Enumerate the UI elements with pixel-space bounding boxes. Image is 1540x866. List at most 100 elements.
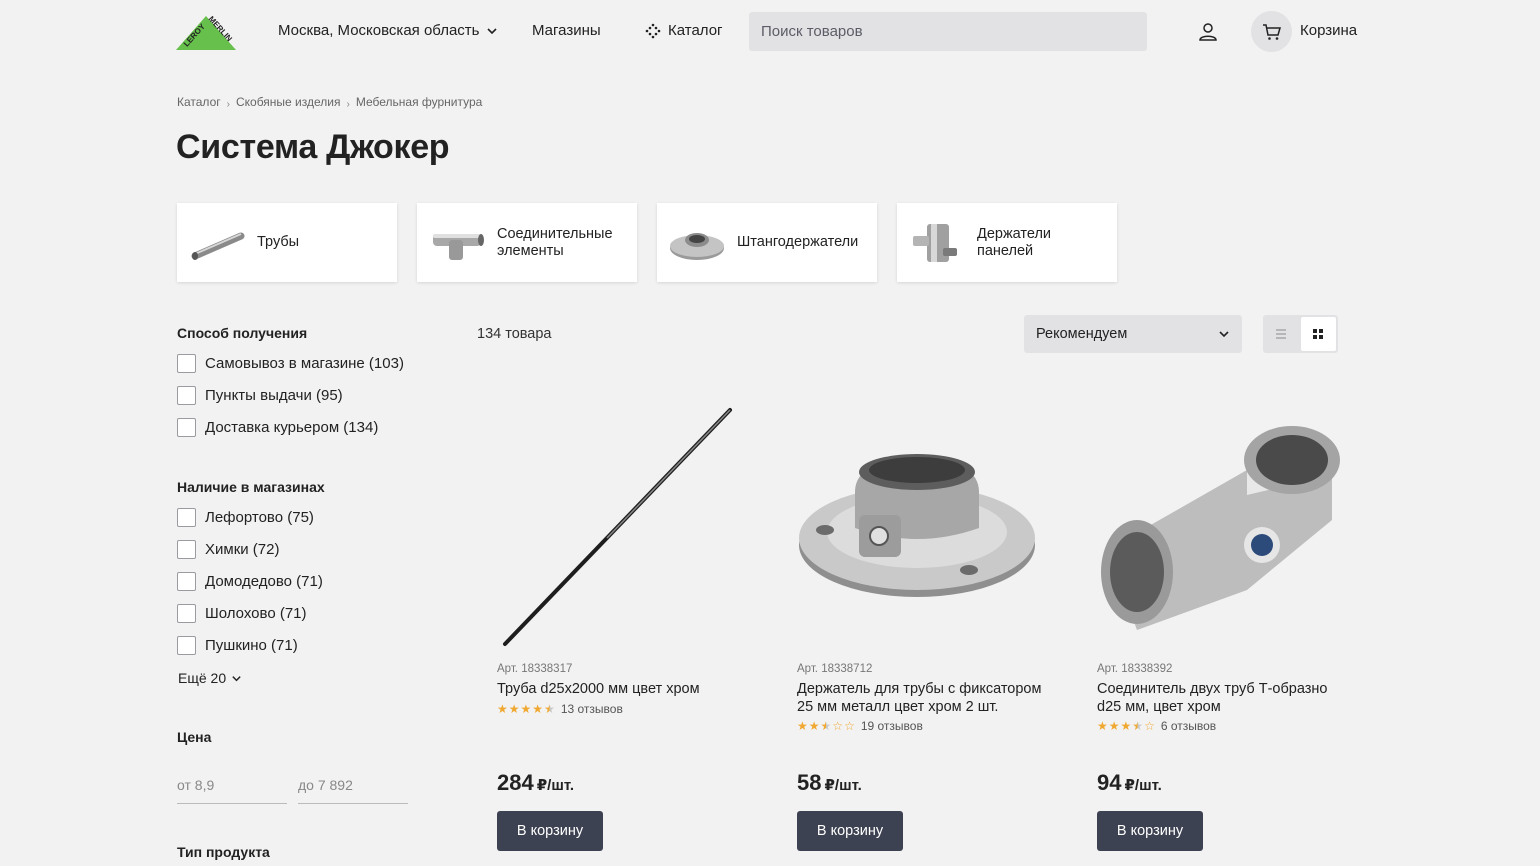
price-from-input[interactable] bbox=[177, 766, 287, 804]
filter-checkbox[interactable]: Шолохово (71) bbox=[177, 604, 307, 623]
add-to-cart-button[interactable]: В корзину bbox=[797, 811, 903, 851]
product-article: Арт. 18338317 bbox=[497, 663, 573, 675]
filter-checkbox[interactable]: Химки (72) bbox=[177, 540, 279, 559]
star-icon: ★ bbox=[1120, 719, 1132, 733]
filter-title-product-type: Тип продукта bbox=[177, 844, 270, 860]
review-count[interactable]: 13 отзывов bbox=[561, 702, 623, 716]
category-label: Штангодержатели bbox=[737, 234, 859, 250]
region-label: Москва, Московская область bbox=[278, 22, 480, 39]
checkbox[interactable] bbox=[177, 354, 196, 373]
filter-title-delivery: Способ получения bbox=[177, 325, 308, 341]
catalog-label: Каталог bbox=[668, 22, 723, 39]
star-icon: ★ bbox=[808, 719, 820, 733]
checkbox[interactable] bbox=[177, 572, 196, 591]
checkbox-label: Пушкино (71) bbox=[205, 637, 298, 654]
product-image[interactable] bbox=[1097, 400, 1347, 650]
search-input[interactable] bbox=[749, 12, 1147, 51]
product-rating: ★ ★ ★ ☆ ☆ 19 отзывов bbox=[797, 719, 1047, 733]
product-image[interactable] bbox=[497, 400, 747, 650]
view-toggle bbox=[1263, 315, 1338, 353]
filter-checkbox[interactable]: Доставка курьером (134) bbox=[177, 418, 378, 437]
star-icon: ★ bbox=[1132, 719, 1144, 733]
list-view-button[interactable] bbox=[1263, 315, 1299, 353]
price-unit: ₽/шт. bbox=[824, 777, 862, 794]
cart-button[interactable] bbox=[1251, 11, 1292, 52]
show-more-stores-button[interactable]: Ещё 20 bbox=[178, 670, 242, 686]
cart-label[interactable]: Корзина bbox=[1300, 22, 1357, 39]
filter-checkbox[interactable]: Домодедово (71) bbox=[177, 572, 323, 591]
grid-icon bbox=[1313, 329, 1324, 339]
catalog-button[interactable]: Каталог bbox=[645, 22, 723, 39]
checkbox[interactable] bbox=[177, 636, 196, 655]
leroy-merlin-logo[interactable]: LEROY MERLIN bbox=[176, 12, 236, 52]
category-tile-panel-holders[interactable]: Держатели панелей bbox=[897, 203, 1117, 282]
catalog-grid-icon bbox=[645, 23, 661, 38]
chevron-down-icon bbox=[486, 27, 497, 34]
grid-view-button[interactable] bbox=[1300, 317, 1336, 351]
product-price: 58 ₽/шт. bbox=[797, 770, 862, 796]
category-tile-pipes[interactable]: Трубы bbox=[177, 203, 397, 282]
breadcrumb-item[interactable]: Скобяные изделия bbox=[236, 95, 341, 109]
filter-checkbox[interactable]: Лефортово (75) bbox=[177, 508, 314, 527]
star-rating: ★ ★ ★ ★ ☆ bbox=[1097, 720, 1155, 732]
category-tile-connectors[interactable]: Соединительные элементы bbox=[417, 203, 637, 282]
checkbox-label: Пункты выдачи (95) bbox=[205, 387, 343, 404]
show-more-label: Ещё 20 bbox=[178, 670, 227, 686]
checkbox[interactable] bbox=[177, 386, 196, 405]
filter-title-price: Цена bbox=[177, 729, 212, 745]
checkbox[interactable] bbox=[177, 540, 196, 559]
product-name[interactable]: Соединитель двух труб Т-образно d25 мм, … bbox=[1097, 681, 1347, 716]
star-icon: ☆ bbox=[1144, 719, 1155, 733]
checkbox[interactable] bbox=[177, 508, 196, 527]
panel-holder-icon bbox=[913, 223, 957, 262]
breadcrumb-item[interactable]: Каталог bbox=[177, 95, 221, 109]
page-title: Система Джокер bbox=[176, 128, 450, 166]
breadcrumb-separator-icon: › bbox=[226, 99, 230, 110]
product-name[interactable]: Держатель для трубы с фиксатором 25 мм м… bbox=[797, 681, 1047, 716]
star-icon: ★ bbox=[508, 701, 520, 716]
category-label: Соединительные элементы bbox=[497, 225, 613, 259]
price-value: 284 bbox=[497, 770, 534, 795]
filter-checkbox[interactable]: Самовывоз в магазине (103) bbox=[177, 354, 404, 373]
star-icon: ☆ bbox=[844, 719, 855, 733]
product-card: Арт. 18338392 Соединитель двух труб Т-об… bbox=[1097, 400, 1347, 733]
cart-icon bbox=[1262, 23, 1281, 40]
review-count[interactable]: 19 отзывов bbox=[861, 719, 923, 733]
star-icon: ★ bbox=[520, 701, 532, 716]
star-rating: ★ ★ ★ ☆ ☆ bbox=[797, 720, 855, 732]
stores-link[interactable]: Магазины bbox=[532, 22, 601, 39]
list-icon bbox=[1275, 329, 1286, 339]
price-to-input[interactable] bbox=[298, 766, 408, 804]
price-unit: ₽/шт. bbox=[536, 777, 575, 794]
product-name[interactable]: Труба d25x2000 мм цвет хром bbox=[497, 681, 747, 699]
breadcrumb-separator-icon: › bbox=[346, 99, 350, 110]
checkbox-label: Химки (72) bbox=[205, 541, 280, 558]
add-to-cart-button[interactable]: В корзину bbox=[497, 811, 603, 851]
add-to-cart-button[interactable]: В корзину bbox=[1097, 811, 1203, 851]
product-card: Арт. 18338712 Держатель для трубы с фикс… bbox=[797, 400, 1047, 733]
category-tile-rod-holders[interactable]: Штангодержатели bbox=[657, 203, 877, 282]
breadcrumb-item[interactable]: Мебельная фурнитура bbox=[356, 95, 483, 109]
filter-checkbox[interactable]: Пушкино (71) bbox=[177, 636, 298, 655]
region-selector[interactable]: Москва, Московская область bbox=[278, 22, 498, 39]
star-icon: ★ bbox=[544, 701, 555, 716]
product-article: Арт. 18338712 bbox=[797, 663, 873, 675]
user-icon[interactable] bbox=[1196, 20, 1220, 44]
price-value: 94 bbox=[1097, 770, 1122, 795]
category-label: Держатели панелей bbox=[977, 225, 1052, 259]
category-tiles: Трубы Соединительные элементы Штангодерж… bbox=[177, 203, 1117, 282]
star-icon: ★ bbox=[497, 701, 508, 716]
product-image[interactable] bbox=[797, 400, 1047, 650]
sort-select[interactable]: Рекомендуем bbox=[1024, 315, 1242, 353]
checkbox[interactable] bbox=[177, 418, 196, 437]
product-card: Арт. 18338317 Труба d25x2000 мм цвет хро… bbox=[497, 400, 747, 716]
chevron-down-icon bbox=[232, 675, 241, 681]
checkbox-label: Шолохово (71) bbox=[205, 605, 307, 622]
checkbox[interactable] bbox=[177, 604, 196, 623]
star-icon: ★ bbox=[1108, 719, 1120, 733]
checkbox-label: Доставка курьером (134) bbox=[205, 419, 379, 436]
review-count[interactable]: 6 отзывов bbox=[1161, 719, 1216, 733]
filter-checkbox[interactable]: Пункты выдачи (95) bbox=[177, 386, 343, 405]
pipe-icon bbox=[191, 232, 245, 260]
star-icon: ★ bbox=[797, 719, 808, 733]
